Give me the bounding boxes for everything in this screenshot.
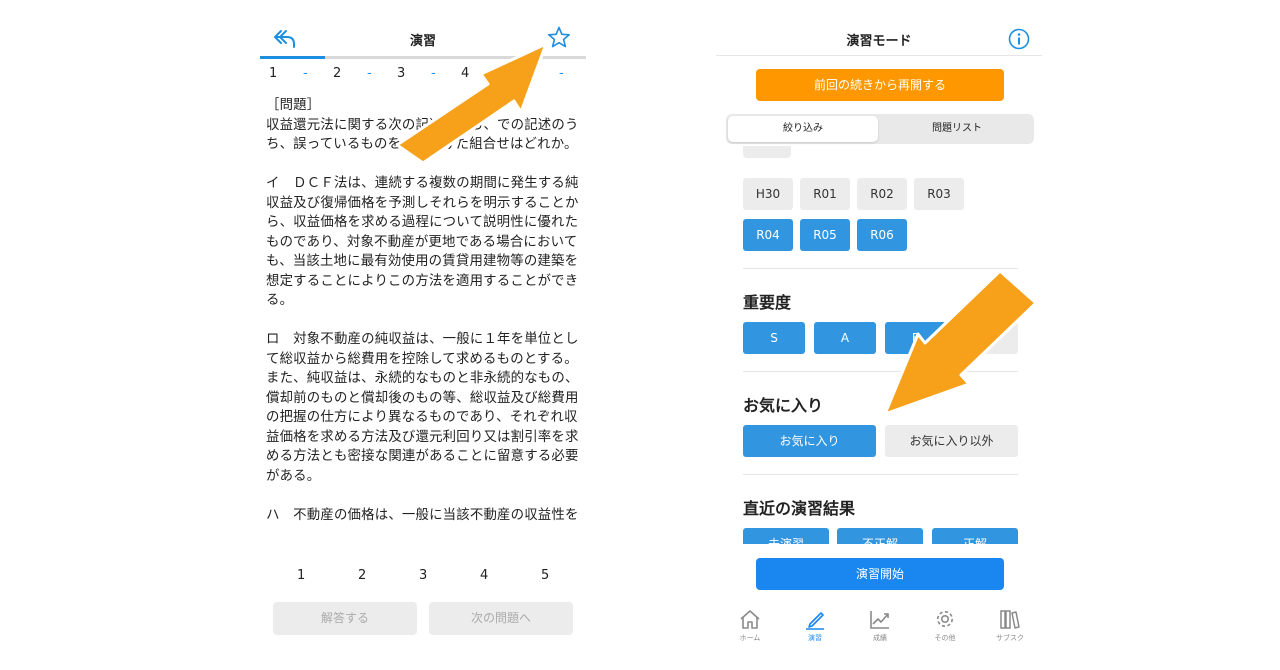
mode-header: 演習モード bbox=[716, 22, 1042, 56]
practice-question-screen: 演習 1 - 2 - 3 - 4 - - ［問題］ 収益還元法に関する次の記述の… bbox=[255, 0, 591, 670]
partial-chip bbox=[743, 146, 791, 158]
importance-chip[interactable]: S bbox=[743, 322, 805, 354]
year-chip[interactable]: R04 bbox=[743, 219, 793, 251]
choice-number-row: 1 - 2 - 3 - 4 - - bbox=[263, 66, 583, 86]
result-chip[interactable]: 正解 bbox=[932, 528, 1018, 544]
tab-home[interactable]: ホーム bbox=[720, 608, 780, 652]
year-chip[interactable]: R01 bbox=[800, 178, 850, 210]
segment-control: 絞り込み 問題リスト bbox=[726, 114, 1034, 144]
divider bbox=[743, 474, 1018, 475]
tab-results[interactable]: 成績 bbox=[850, 608, 910, 652]
year-chip[interactable]: H30 bbox=[743, 178, 793, 210]
divider bbox=[743, 371, 1018, 372]
filter-scroll-area[interactable]: H30 R01 R02 R03 R04 R05 R06 重要度 S A B お気… bbox=[716, 146, 1042, 544]
chart-icon bbox=[870, 611, 889, 629]
choice-separator: - bbox=[431, 66, 436, 81]
page-title: 演習 bbox=[409, 34, 436, 49]
pencil-icon bbox=[806, 612, 824, 630]
result-chip[interactable]: 不正解 bbox=[837, 528, 923, 544]
practice-mode-screen: 演習モード 前回の続きから再開する 絞り込み 問題リスト H30 R01 R02… bbox=[716, 0, 1042, 670]
tab-label: 成績 bbox=[873, 634, 887, 642]
submit-answer-button[interactable]: 解答する bbox=[273, 602, 417, 635]
gear-icon bbox=[937, 611, 953, 627]
answer-number-row: 1 2 3 4 5 bbox=[285, 568, 575, 588]
favorites-title: お気に入り bbox=[743, 396, 824, 415]
progress-fill bbox=[260, 56, 326, 59]
choice-number[interactable]: 2 bbox=[333, 66, 341, 81]
choice-separator: - bbox=[367, 66, 372, 81]
tab-other[interactable]: その他 bbox=[915, 608, 975, 652]
answer-option[interactable]: 3 bbox=[419, 568, 427, 583]
choice-number[interactable]: 1 bbox=[269, 66, 277, 81]
tab-label: その他 bbox=[934, 634, 956, 642]
books-icon bbox=[1000, 610, 1020, 629]
recent-results-title: 直近の演習結果 bbox=[743, 499, 856, 518]
non-favorite-chip[interactable]: お気に入り以外 bbox=[885, 425, 1018, 457]
favorite-chip[interactable]: お気に入り bbox=[743, 425, 876, 457]
tab-label: サブスク bbox=[996, 634, 1024, 642]
year-chip[interactable]: R05 bbox=[800, 219, 850, 251]
choice-number[interactable]: 3 bbox=[397, 66, 405, 81]
bottom-tab-bar: ホーム 演習 成績 その他 サブスク bbox=[716, 604, 1042, 654]
favorite-star-icon[interactable] bbox=[546, 25, 572, 51]
info-icon[interactable] bbox=[1007, 27, 1031, 51]
importance-chip[interactable]: A bbox=[814, 322, 876, 354]
tab-practice[interactable]: 演習 bbox=[785, 608, 845, 652]
page-title: 演習モード bbox=[846, 34, 912, 49]
result-chip[interactable]: 未演習 bbox=[743, 528, 829, 544]
year-chip[interactable]: R02 bbox=[857, 178, 907, 210]
choice-separator: - bbox=[495, 66, 500, 81]
answer-option[interactable]: 1 bbox=[297, 568, 305, 583]
tab-filter[interactable]: 絞り込み bbox=[728, 116, 878, 142]
answer-option[interactable]: 4 bbox=[480, 568, 488, 583]
tab-label: ホーム bbox=[739, 634, 761, 642]
tab-label: 演習 bbox=[808, 634, 822, 642]
question-text: ［問題］ 収益還元法に関する次の記述のうち、での記述のうち、誤っているものを全て… bbox=[266, 98, 579, 523]
resume-button[interactable]: 前回の続きから再開する bbox=[756, 69, 1004, 101]
annotation-arrows bbox=[395, 42, 1038, 416]
question-progress-bar bbox=[260, 56, 586, 59]
tab-question-list[interactable]: 問題リスト bbox=[882, 116, 1032, 142]
year-chip[interactable]: R06 bbox=[857, 219, 907, 251]
choice-separator: - bbox=[559, 66, 564, 81]
importance-title: 重要度 bbox=[743, 293, 792, 312]
start-practice-button[interactable]: 演習開始 bbox=[756, 558, 1004, 590]
choice-separator: - bbox=[303, 66, 308, 81]
divider bbox=[743, 268, 1018, 269]
tab-subscription[interactable]: サブスク bbox=[980, 608, 1040, 652]
importance-chip[interactable] bbox=[956, 322, 1018, 354]
next-question-button[interactable]: 次の問題へ bbox=[429, 602, 573, 635]
importance-chip[interactable]: B bbox=[885, 322, 947, 354]
choice-number[interactable]: 4 bbox=[461, 66, 469, 81]
question-header: 演習 bbox=[255, 22, 591, 56]
answer-option[interactable]: 2 bbox=[358, 568, 366, 583]
answer-option[interactable]: 5 bbox=[541, 568, 549, 583]
year-chip[interactable]: R03 bbox=[914, 178, 964, 210]
home-icon bbox=[740, 610, 760, 629]
